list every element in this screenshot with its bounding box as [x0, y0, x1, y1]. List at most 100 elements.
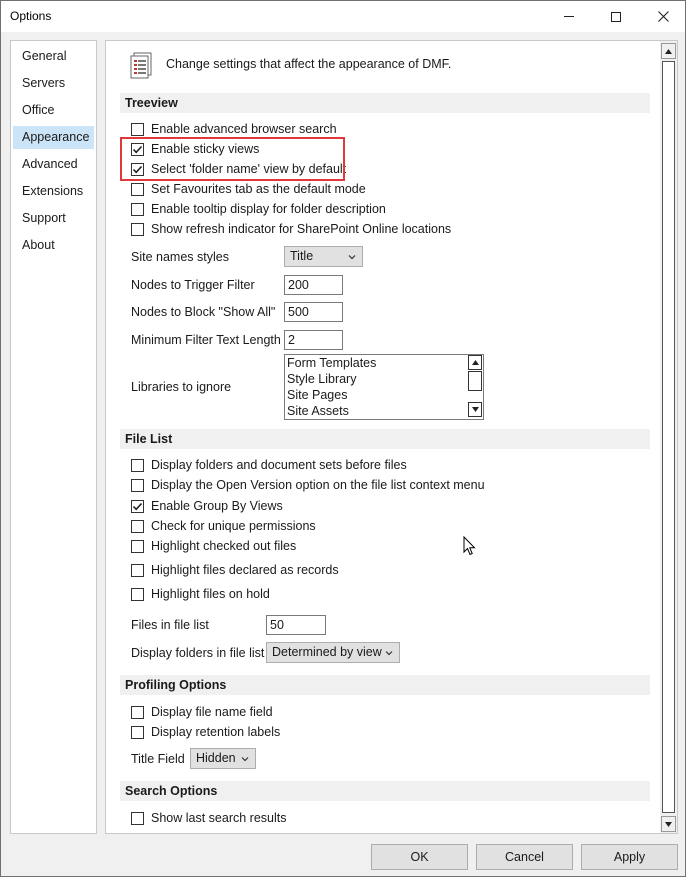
checkbox-label: Enable Group By Views [151, 499, 283, 513]
checkbox-label: Highlight checked out files [151, 539, 297, 553]
checkbox-box[interactable] [131, 705, 144, 719]
checkbox-box[interactable] [131, 222, 144, 236]
checkbox-box[interactable] [131, 587, 144, 601]
site-names-styles-dropdown[interactable]: Title [284, 246, 363, 267]
sidebar-item-servers[interactable]: Servers [13, 72, 94, 95]
sidebar-item-extensions[interactable]: Extensions [13, 180, 94, 203]
ok-button[interactable]: OK [371, 844, 468, 870]
panel-scroll-thumb[interactable] [662, 61, 675, 813]
maximize-button[interactable] [593, 1, 639, 32]
arrow-up-icon [665, 48, 672, 54]
checkbox-box[interactable] [131, 478, 144, 492]
checkbox-label: Display file name field [151, 705, 273, 719]
sidebar-item-appearance[interactable]: Appearance [13, 126, 94, 149]
checkbox-group-by-views[interactable]: Enable Group By Views [131, 498, 283, 514]
section-treeview-header: Treeview [120, 93, 650, 113]
checkbox-box[interactable] [131, 458, 144, 472]
list-item[interactable]: Site Assets [287, 404, 349, 418]
page-description: Change settings that affect the appearan… [166, 57, 452, 71]
checkmark-icon [132, 502, 143, 510]
checkbox-open-version-option[interactable]: Display the Open Version option on the f… [131, 477, 485, 493]
scroll-up-button[interactable] [468, 355, 482, 370]
checkbox-label: Show last search results [151, 811, 287, 825]
checkbox-box[interactable] [131, 563, 144, 577]
sidebar-nav: General Servers Office Appearance Advanc… [10, 40, 97, 834]
checkbox-label: Highlight files declared as records [151, 563, 339, 577]
checkbox-label: Display folders and document sets before… [151, 458, 407, 472]
checkbox-folders-before-files[interactable]: Display folders and document sets before… [131, 457, 407, 473]
min-filter-text-length-input[interactable]: 2 [284, 330, 343, 350]
checkbox-last-search-results[interactable]: Show last search results [131, 810, 286, 826]
checkbox-highlight-checked-out[interactable]: Highlight checked out files [131, 538, 296, 554]
checkbox-file-name-field[interactable]: Display file name field [131, 704, 273, 720]
apply-button[interactable]: Apply [581, 844, 678, 870]
sidebar-item-office[interactable]: Office [13, 99, 94, 122]
checkbox-label: Highlight files on hold [151, 587, 270, 601]
title-bar: Options [1, 1, 685, 32]
checkbox-retention-labels[interactable]: Display retention labels [131, 724, 280, 740]
scroll-up-button[interactable] [661, 43, 676, 59]
checkbox-unique-permissions[interactable]: Check for unique permissions [131, 518, 316, 534]
checkbox-tooltip-display[interactable]: Enable tooltip display for folder descri… [131, 201, 386, 217]
site-names-styles-label: Site names styles [131, 250, 229, 264]
nodes-trigger-filter-input[interactable]: 200 [284, 275, 343, 295]
checkbox-favourites-default[interactable]: Set Favourites tab as the default mode [131, 181, 366, 197]
checkbox-refresh-indicator[interactable]: Show refresh indicator for SharePoint On… [131, 221, 451, 237]
sidebar-item-advanced[interactable]: Advanced [13, 153, 94, 176]
highlight-annotation [120, 137, 345, 181]
section-search-header: Search Options [120, 781, 650, 801]
close-icon [657, 11, 669, 22]
maximize-icon [611, 11, 621, 22]
listbox-scrollbar[interactable] [466, 355, 483, 419]
list-item[interactable]: Site Pages [287, 388, 347, 402]
libraries-to-ignore-listbox[interactable]: Form Templates Style Library Site Pages … [284, 354, 484, 420]
minimize-button[interactable] [546, 1, 592, 32]
list-item[interactable]: Form Templates [287, 356, 376, 370]
nodes-block-show-all-label: Nodes to Block "Show All" [131, 305, 276, 319]
scroll-down-button[interactable] [661, 816, 676, 832]
checkbox-label: Enable advanced browser search [151, 122, 337, 136]
section-profiling-header: Profiling Options [120, 675, 650, 695]
checkbox-box[interactable] [131, 811, 144, 825]
sidebar-item-general[interactable]: General [13, 45, 94, 68]
checkbox-box[interactable] [131, 202, 144, 216]
checkbox-highlight-records[interactable]: Highlight files declared as records [131, 562, 339, 578]
checkbox-label: Enable tooltip display for folder descri… [151, 202, 386, 216]
libraries-to-ignore-label: Libraries to ignore [131, 380, 232, 394]
nodes-trigger-filter-label: Nodes to Trigger Filter [131, 278, 255, 292]
panel-scrollbar[interactable] [660, 41, 677, 833]
files-in-file-list-input[interactable]: 50 [266, 615, 326, 635]
checkbox-highlight-on-hold[interactable]: Highlight files on hold [131, 586, 270, 602]
close-button[interactable] [640, 1, 686, 32]
listbox-scroll-thumb[interactable] [468, 371, 482, 391]
checkbox-box[interactable] [131, 519, 144, 533]
chevron-down-icon [385, 651, 393, 656]
files-in-file-list-label: Files in file list [131, 618, 209, 632]
sidebar-item-about[interactable]: About [13, 234, 94, 257]
dropdown-value: Determined by view [272, 645, 382, 659]
options-window: Options General Servers Office Appearanc… [0, 0, 686, 877]
dropdown-value: Hidden [196, 751, 236, 765]
scroll-down-button[interactable] [468, 402, 482, 417]
checkbox-label: Set Favourites tab as the default mode [151, 182, 366, 196]
checkbox-advanced-browser-search[interactable]: Enable advanced browser search [131, 121, 337, 137]
checkbox-box[interactable] [131, 499, 144, 513]
title-field-dropdown[interactable]: Hidden [190, 748, 256, 769]
checkbox-label: Display the Open Version option on the f… [151, 478, 485, 492]
title-field-label: Title Field [131, 752, 185, 766]
sidebar-item-support[interactable]: Support [13, 207, 94, 230]
checkbox-label: Check for unique permissions [151, 519, 316, 533]
chevron-down-icon [348, 255, 356, 260]
display-folders-dropdown[interactable]: Determined by view [266, 642, 400, 663]
nodes-block-show-all-input[interactable]: 500 [284, 302, 343, 322]
checkbox-box[interactable] [131, 539, 144, 553]
list-item[interactable]: Style Library [287, 372, 356, 386]
min-filter-text-length-label: Minimum Filter Text Length [131, 333, 281, 347]
arrow-up-icon [471, 360, 479, 365]
checkbox-label: Show refresh indicator for SharePoint On… [151, 222, 452, 236]
checkbox-box[interactable] [131, 122, 144, 136]
display-folders-label: Display folders in file list [131, 646, 265, 660]
checkbox-box[interactable] [131, 182, 144, 196]
cancel-button[interactable]: Cancel [476, 844, 573, 870]
checkbox-box[interactable] [131, 725, 144, 739]
